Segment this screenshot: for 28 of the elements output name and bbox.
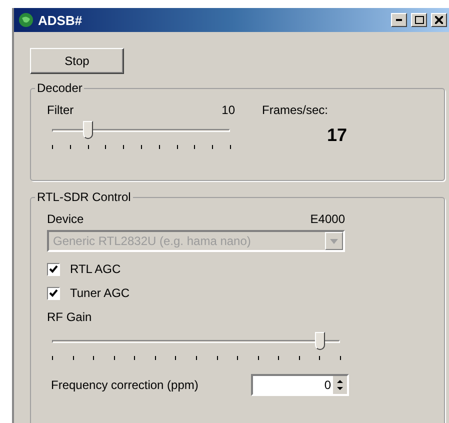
checkbox[interactable]	[47, 262, 60, 276]
minimize-icon	[396, 19, 402, 21]
filter-value: 10	[222, 103, 235, 117]
minimize-button[interactable]	[391, 13, 407, 27]
maximize-button[interactable]	[411, 13, 427, 27]
frequency-correction-field[interactable]: 0	[251, 374, 349, 396]
device-label: Device	[47, 212, 84, 226]
checkbox-label: RTL AGC	[70, 262, 121, 276]
filter-label: Filter	[47, 103, 74, 117]
close-icon	[435, 16, 443, 24]
close-button[interactable]	[431, 13, 447, 27]
window-title: ADSB#	[38, 12, 84, 28]
group-title: Decoder	[35, 81, 84, 95]
spin-arrows-icon	[333, 376, 347, 394]
group-title: RTL-SDR Control	[35, 190, 133, 204]
slider-thumb[interactable]	[314, 332, 325, 350]
stop-button[interactable]: Stop	[30, 48, 124, 74]
rf-gain-label: RF Gain	[47, 310, 92, 324]
frames-label: Frames/sec:	[262, 103, 330, 117]
frames-value: 17	[326, 124, 347, 146]
checkbox[interactable]	[47, 286, 60, 300]
checkbox-label: Tuner AGC	[70, 286, 130, 300]
maximize-icon	[414, 16, 424, 24]
frequency-correction-label: Frequency correction (ppm)	[51, 378, 198, 392]
tuner-label: E4000	[310, 212, 345, 226]
dropdown-icon	[330, 238, 338, 244]
globe-icon	[18, 12, 34, 28]
slider-thumb[interactable]	[82, 121, 93, 139]
